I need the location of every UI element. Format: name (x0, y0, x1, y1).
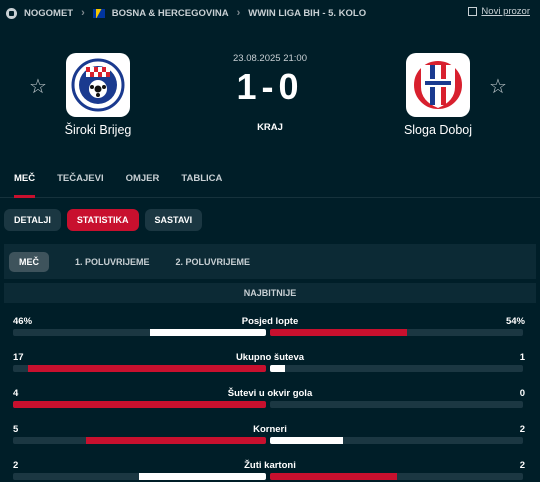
stat-home-fill (13, 401, 266, 408)
chevron-right-icon: › (236, 7, 241, 19)
stat-label: Korneri (253, 424, 287, 435)
stat-home-bar (13, 329, 266, 336)
stat-away-fill (270, 437, 343, 444)
stat-label: Šutevi u okvir gola (227, 388, 313, 399)
stat-label: Žuti kartoni (244, 460, 296, 471)
stat-away-fill (270, 329, 407, 336)
breadcrumb-league-label: WWIN LIGA BIH - 5. KOLO (248, 7, 367, 19)
tab-mec[interactable]: MEČ (14, 160, 36, 198)
period-selector: MEČ 1. POLUVRIJEME 2. POLUVRIJEME (4, 244, 536, 279)
stat-home-fill (86, 437, 266, 444)
stat-away-bar (270, 401, 523, 408)
stat-away-value: 2 (519, 460, 525, 471)
stat-home-bar (13, 401, 266, 408)
sub-tabs: DETALJI STATISTIKA SASTAVI (4, 209, 208, 231)
section-header: NAJBITNIJE (4, 283, 536, 303)
tab-tecajevi[interactable]: TEČAJEVI (57, 160, 103, 198)
stat-away-value: 0 (519, 388, 525, 399)
breadcrumb-league[interactable]: WWIN LIGA BIH - 5. KOLO (248, 8, 366, 19)
stat-away-bar (270, 329, 523, 336)
main-tabs: MEČ TEČAJEVI OMJER TABLICA (0, 160, 540, 198)
away-team-logo[interactable] (406, 53, 470, 117)
stat-away-fill (270, 365, 285, 372)
stat-away-value: 1 (519, 352, 525, 363)
subtab-sastavi[interactable]: SASTAVI (144, 209, 203, 231)
bosnia-flag-icon (92, 8, 105, 18)
stat-away-bar (270, 365, 523, 372)
stat-home-fill (150, 329, 266, 336)
tab-tablica[interactable]: TABLICA (181, 160, 222, 198)
period-second-half[interactable]: 2. POLUVRIJEME (176, 257, 251, 267)
stat-label: Posjed lopte (241, 316, 299, 327)
away-team-name[interactable]: Sloga Doboj (368, 123, 508, 137)
stat-home-fill (139, 473, 266, 480)
sloga-doboj-crest-icon (412, 59, 464, 111)
stat-label: Ukupno šuteva (235, 352, 305, 363)
stat-home-bar (13, 473, 266, 480)
stat-away-bar (270, 473, 523, 480)
period-first-half[interactable]: 1. POLUVRIJEME (75, 257, 150, 267)
breadcrumb-country-label: BOSNA & HERCEGOVINA (111, 7, 229, 19)
new-window-link[interactable]: Novi prozor (468, 6, 530, 17)
stat-away-value: 2 (519, 424, 525, 435)
external-window-icon (468, 7, 478, 16)
period-mec[interactable]: MEČ (9, 251, 49, 272)
favorite-away-star-icon[interactable]: ☆ (489, 74, 507, 99)
stat-home-bar (13, 437, 266, 444)
tab-omjer[interactable]: OMJER (126, 160, 160, 198)
subtab-detalji[interactable]: DETALJI (4, 209, 61, 231)
breadcrumb-sport[interactable]: NOGOMET (6, 7, 74, 19)
breadcrumb: NOGOMET › BOSNA & HERCEGOVINA › WWIN LIG… (0, 0, 540, 26)
stat-away-fill (270, 473, 397, 480)
subtab-statistika[interactable]: STATISTIKA (66, 209, 139, 231)
chevron-right-icon: › (81, 7, 85, 19)
stat-home-fill (28, 365, 266, 372)
stat-away-value: 54% (505, 316, 525, 327)
stat-away-bar (270, 437, 523, 444)
football-icon (6, 7, 17, 19)
stat-home-bar (13, 365, 266, 372)
new-window-label: Novi prozor (481, 6, 530, 17)
breadcrumb-sport-label: NOGOMET (24, 7, 74, 19)
breadcrumb-country[interactable]: BOSNA & HERCEGOVINA (92, 7, 229, 19)
